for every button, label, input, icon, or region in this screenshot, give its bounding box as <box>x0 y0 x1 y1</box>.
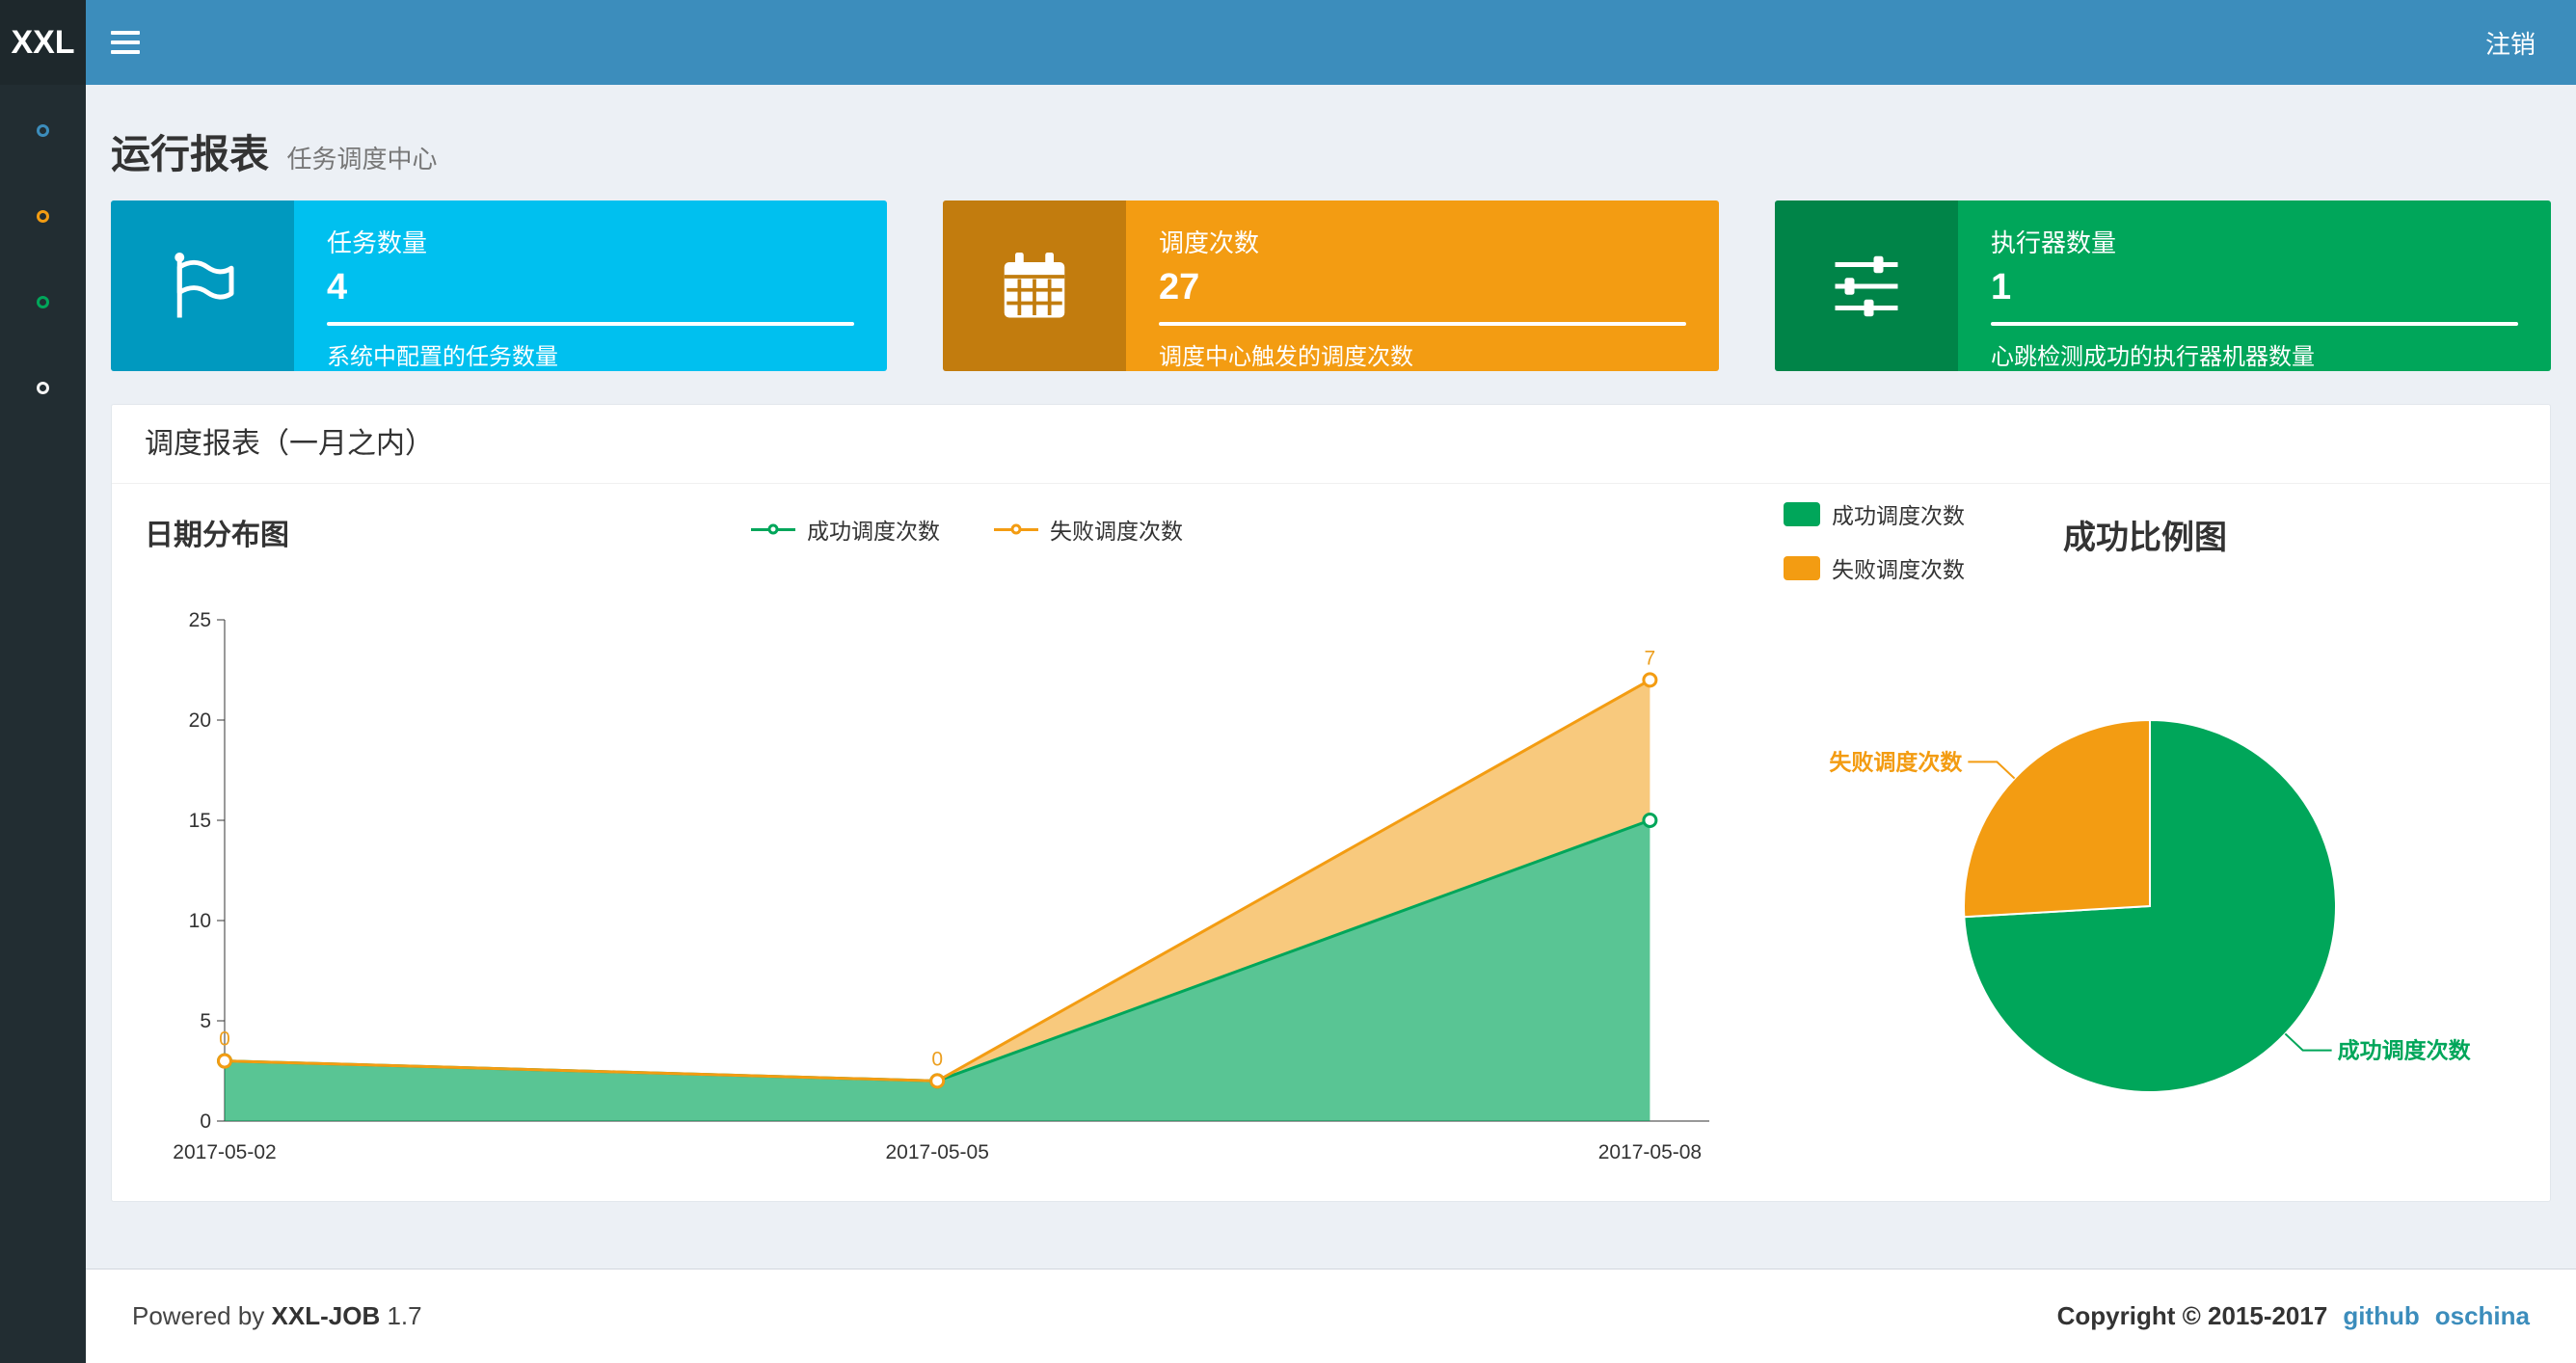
fail-point <box>1642 672 1658 688</box>
page-header: 运行报表 任务调度中心 <box>111 121 437 179</box>
circle-icon <box>37 296 49 308</box>
info-box-description: 系统中配置的任务数量 <box>327 344 558 370</box>
circle-icon <box>37 210 49 223</box>
y-tick-label: 20 <box>189 709 211 732</box>
success-point <box>1642 813 1658 828</box>
main-content: 运行报表 任务调度中心 任务数量 4 系统中配置的任务数量 调度次数 27 调度… <box>86 85 2576 1269</box>
pie-slice <box>1963 718 2151 919</box>
pie-chart: 成功调度次数 失败调度次数 <box>1829 718 2472 1093</box>
info-box-description: 调度中心触发的调度次数 <box>1159 344 1413 370</box>
line-area-chart: 05101520252017-05-02 2017-05-05 2017-05-08… <box>173 609 1709 1163</box>
logout-link[interactable]: 注销 <box>2445 0 2576 85</box>
footer: Powered by XXL-JOB 1.7 Copyright © 2015-… <box>86 1269 2576 1363</box>
info-box-triggers: 调度次数 27 调度中心触发的调度次数 <box>943 200 1719 371</box>
pie-connector <box>1968 761 2016 780</box>
github-link[interactable]: github <box>2343 1301 2419 1330</box>
circle-icon <box>37 124 49 137</box>
info-box-label: 调度次数 <box>1159 228 1260 257</box>
info-box-value: 27 <box>1159 267 1200 307</box>
circle-icon <box>37 382 49 394</box>
y-tick-label: 15 <box>189 810 211 832</box>
line-chart-legend: 成功调度次数 失败调度次数 <box>751 513 1183 546</box>
point-label: 0 <box>219 1029 230 1051</box>
info-box-value: 4 <box>327 267 348 307</box>
app-logo[interactable]: XXL <box>0 0 86 85</box>
panel-title: 调度报表（一月之内） <box>112 405 2550 484</box>
sidebar-item-3[interactable] <box>0 259 86 345</box>
product-name: XXL-JOB <box>271 1301 381 1330</box>
hamburger-icon <box>111 31 140 35</box>
info-box-executors: 执行器数量 1 心跳检测成功的执行器机器数量 <box>1775 200 2551 371</box>
copyright: Copyright © 2015-2017 github oschina <box>2056 1301 2530 1330</box>
x-tick-label: 2017-05-02 <box>173 1141 276 1163</box>
report-panel: 调度报表（一月之内） 日期分布图 成功调度次数 失败调度次数 0 5 10 15 20 2… <box>111 404 2551 1202</box>
sidebar-toggle-button[interactable] <box>86 0 165 85</box>
sidebar-item-2[interactable] <box>0 174 86 259</box>
pie-slice-label: 成功调度次数 <box>2338 1038 2472 1063</box>
powered-by: Powered by XXL-JOB 1.7 <box>132 1301 422 1330</box>
top-navbar: XXL 注销 <box>0 0 2576 85</box>
sidebar-item-1[interactable] <box>0 88 86 174</box>
progress-line <box>1159 322 1686 326</box>
progress-line <box>327 322 854 326</box>
page-title: 运行报表 <box>111 132 269 176</box>
x-tick-label: 2017-05-08 <box>1598 1141 1702 1163</box>
line-marker-icon <box>751 523 795 535</box>
info-box-label: 任务数量 <box>327 228 428 257</box>
fail-point <box>217 1053 232 1069</box>
point-label: 7 <box>1645 647 1656 669</box>
line-marker-icon <box>994 523 1038 535</box>
pie-slice-label: 失败调度次数 <box>1829 749 1963 774</box>
fail-point <box>929 1073 946 1089</box>
y-tick-label: 5 <box>200 1010 211 1032</box>
line-chart-title: 日期分布图 <box>145 520 289 551</box>
info-box-description: 心跳检测成功的执行器机器数量 <box>1991 344 2315 370</box>
info-box-value: 1 <box>1991 267 2012 307</box>
sliders-icon <box>1775 200 1958 371</box>
info-box-row: 任务数量 4 系统中配置的任务数量 调度次数 27 调度中心触发的调度次数 执行… <box>111 200 2551 371</box>
oschina-link[interactable]: oschina <box>2435 1301 2530 1330</box>
sidebar-item-4[interactable] <box>0 345 86 431</box>
calendar-icon <box>943 200 1126 371</box>
x-tick-label: 2017-05-05 <box>885 1141 988 1163</box>
pie-connector <box>2284 1032 2332 1052</box>
page-subtitle: 任务调度中心 <box>286 145 438 174</box>
y-tick-label: 25 <box>189 609 211 631</box>
y-tick-label: 0 <box>200 1110 211 1133</box>
flag-icon <box>111 200 294 371</box>
legend-item-fail[interactable]: 失败调度次数 <box>994 513 1183 546</box>
info-box-label: 执行器数量 <box>1991 228 2117 257</box>
legend-item-success[interactable]: 成功调度次数 <box>751 513 940 546</box>
progress-line <box>1991 322 2518 326</box>
y-tick-label: 10 <box>189 910 211 932</box>
info-box-jobs: 任务数量 4 系统中配置的任务数量 <box>111 200 887 371</box>
point-label: 0 <box>931 1048 943 1070</box>
sidebar <box>0 85 86 1363</box>
